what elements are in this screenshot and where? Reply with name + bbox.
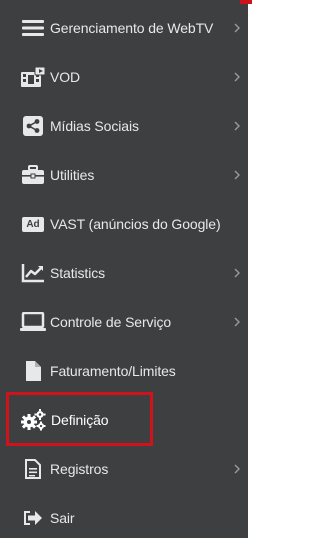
menu-item-label: Utilities <box>50 167 95 183</box>
laptop-icon <box>20 311 46 333</box>
chevron-right-icon <box>234 121 240 131</box>
chevron-right-icon <box>234 72 240 82</box>
right-edge-strip <box>248 0 252 538</box>
briefcase-icon <box>20 164 46 186</box>
ad-icon: Ad <box>20 213 46 235</box>
menu-item-definicao[interactable]: Definição <box>0 397 248 443</box>
menu-item-label: Sair <box>50 510 75 526</box>
menu-item-midias-sociais[interactable]: Mídias Sociais <box>0 103 248 149</box>
ad-badge: Ad <box>22 216 44 232</box>
menu-item-label: Statistics <box>50 265 106 281</box>
menu-item-label: VOD <box>50 69 81 85</box>
file-text-icon <box>20 458 46 480</box>
menu-item-label: Faturamento/Limites <box>50 363 176 379</box>
menu-item-label: Gerenciamento de WebTV <box>50 20 214 36</box>
menu-item-vod[interactable]: VOD <box>0 54 248 100</box>
film-icon <box>20 66 46 88</box>
chevron-right-icon <box>234 317 240 327</box>
share-icon <box>20 115 46 137</box>
menu-item-label: VAST (anúncios do Google) <box>50 216 221 232</box>
menu-item-controle-servico[interactable]: Controle de Serviço <box>0 299 248 345</box>
menu-item-utilities[interactable]: Utilities <box>0 152 248 198</box>
menu-item-registros[interactable]: Registros <box>0 446 248 492</box>
file-icon <box>20 360 46 382</box>
menu-item-statistics[interactable]: Statistics <box>0 250 248 296</box>
sidebar-menu: Gerenciamento de WebTV VOD Mídias Sociai… <box>0 0 248 538</box>
chart-icon <box>20 262 46 284</box>
menu-item-sair[interactable]: Sair <box>0 495 248 541</box>
menu-item-label: Definição <box>51 412 109 428</box>
menu-item-label: Mídias Sociais <box>50 118 139 134</box>
top-right-marker <box>240 0 252 4</box>
sign-out-icon <box>20 507 46 529</box>
chevron-right-icon <box>234 464 240 474</box>
menu-item-label: Registros <box>50 461 109 477</box>
chevron-right-icon <box>234 170 240 180</box>
bars-icon <box>20 17 46 39</box>
menu-item-faturamento-limites[interactable]: Faturamento/Limites <box>0 348 248 394</box>
menu-item-gerenciamento-webtv[interactable]: Gerenciamento de WebTV <box>0 5 248 51</box>
chevron-right-icon <box>234 23 240 33</box>
menu-item-vast[interactable]: Ad VAST (anúncios do Google) <box>0 201 248 247</box>
chevron-right-icon <box>234 268 240 278</box>
cogs-icon <box>20 409 46 431</box>
menu-item-label: Controle de Serviço <box>50 314 172 330</box>
